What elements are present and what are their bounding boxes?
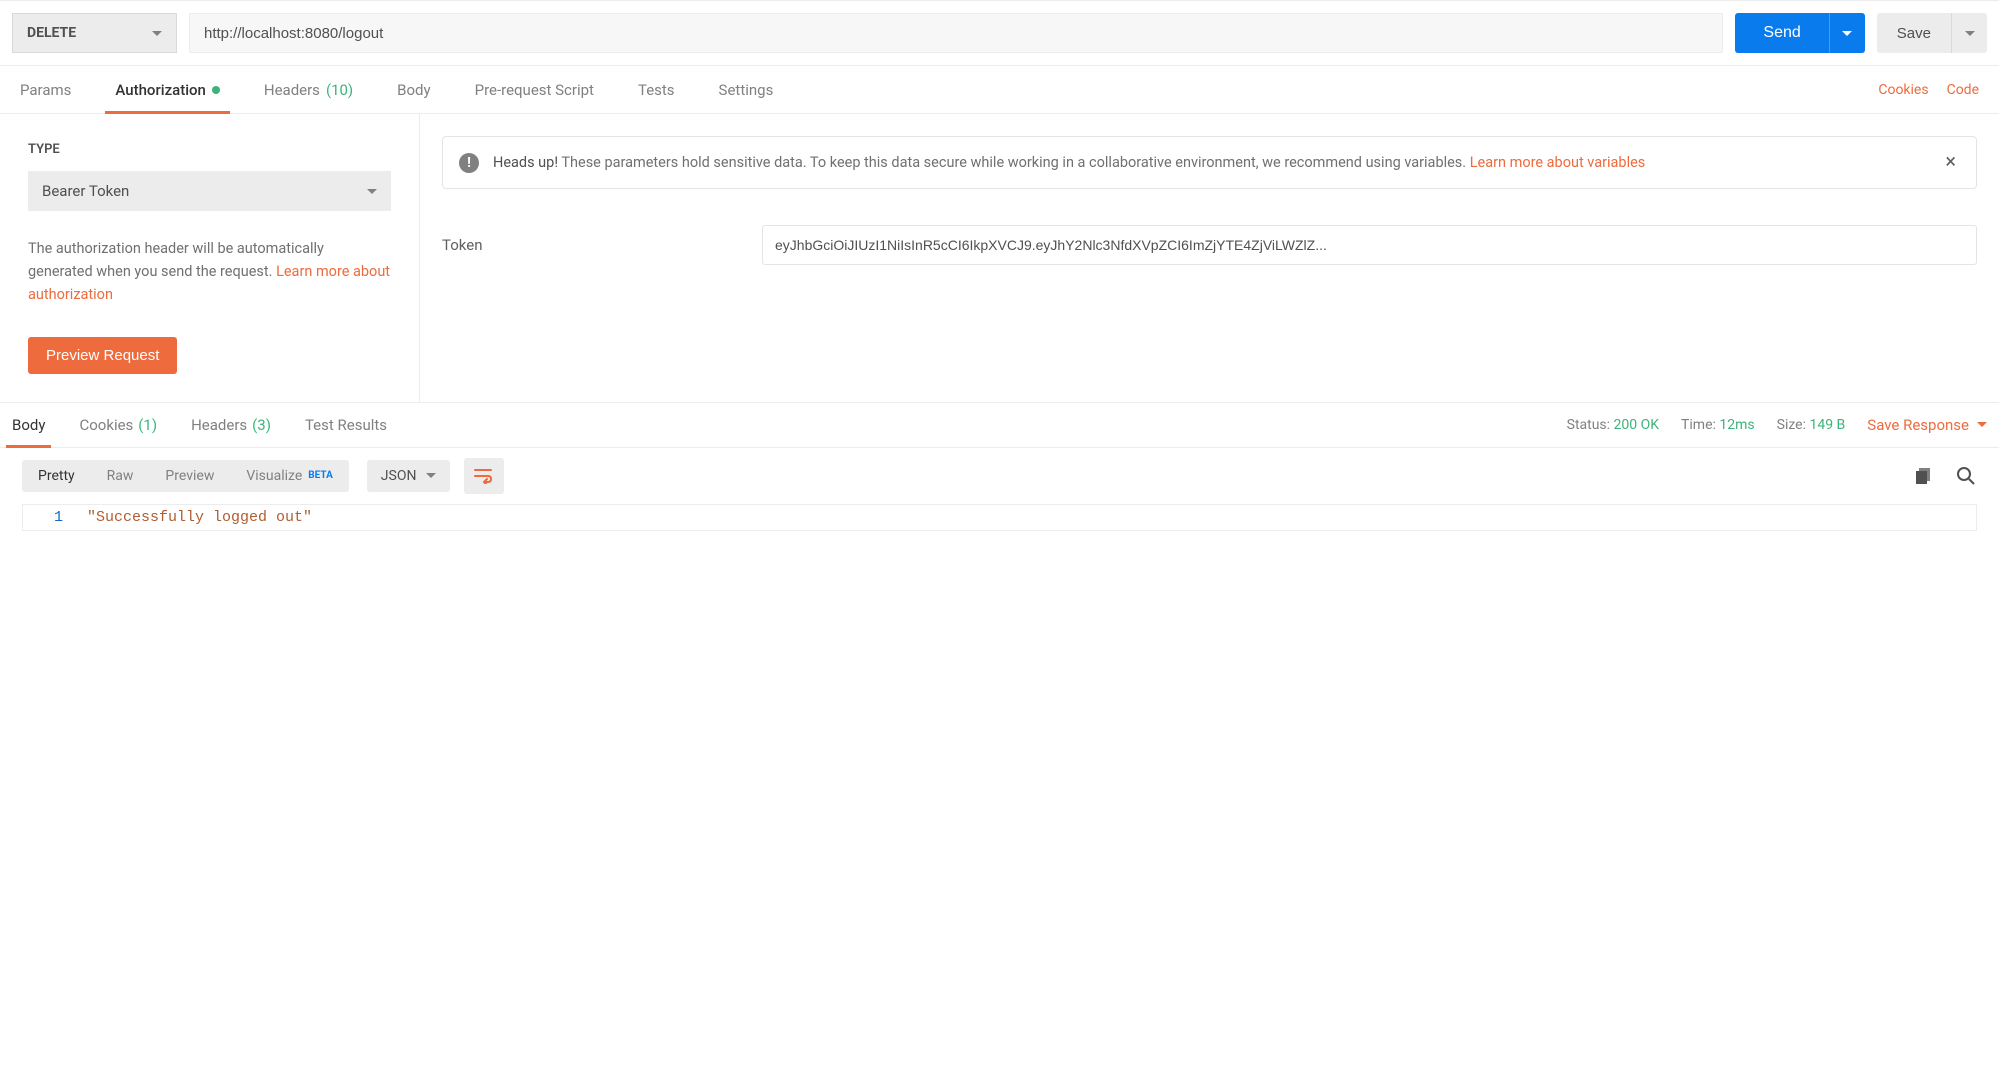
chevron-down-icon — [426, 473, 436, 478]
status-value: 200 OK — [1614, 417, 1660, 433]
request-bar: DELETE Send Save — [0, 1, 1999, 66]
status-block: Status: 200 OK — [1567, 417, 1659, 433]
code-line: 1 "Successfully logged out" — [23, 505, 1976, 530]
response-toolbar: Pretty Raw Preview Visualize BETA JSON — [0, 448, 1999, 504]
tab-headers[interactable]: Headers (10) — [264, 66, 353, 113]
tab-params[interactable]: Params — [20, 66, 71, 113]
tab-label: Headers — [191, 416, 247, 434]
search-icon — [1956, 466, 1976, 486]
tab-prerequest[interactable]: Pre-request Script — [475, 66, 594, 113]
save-dropdown[interactable] — [1951, 13, 1987, 53]
response-tab-headers[interactable]: Headers (3) — [191, 403, 271, 447]
response-tab-body[interactable]: Body — [12, 403, 45, 447]
chevron-down-icon — [1965, 31, 1975, 36]
token-input[interactable] — [762, 225, 1977, 265]
tab-authorization[interactable]: Authorization — [115, 66, 219, 113]
response-body: 1 "Successfully logged out" — [22, 504, 1977, 531]
sensitive-data-notice: ! Heads up! These parameters hold sensit… — [442, 136, 1977, 189]
close-icon[interactable]: × — [1941, 151, 1960, 171]
send-button-group: Send — [1735, 13, 1864, 53]
tab-settings[interactable]: Settings — [719, 66, 774, 113]
format-value: JSON — [381, 468, 417, 484]
chevron-down-icon — [152, 31, 162, 36]
info-icon: ! — [459, 153, 479, 173]
format-select[interactable]: JSON — [367, 460, 451, 492]
save-button[interactable]: Save — [1877, 13, 1951, 53]
time-value: 12ms — [1719, 417, 1754, 433]
tab-label: Cookies — [79, 416, 133, 434]
view-pretty[interactable]: Pretty — [22, 460, 91, 492]
response-meta: Status: 200 OK Time: 12ms Size: 149 B Sa… — [1567, 416, 1987, 434]
tab-label: Headers — [264, 81, 320, 99]
auth-note: The authorization header will be automat… — [28, 237, 391, 307]
auth-type-value: Bearer Token — [42, 182, 129, 200]
tab-body[interactable]: Body — [397, 66, 430, 113]
auth-type-select[interactable]: Bearer Token — [28, 171, 391, 211]
preview-request-button[interactable]: Preview Request — [28, 337, 177, 374]
view-preview[interactable]: Preview — [149, 460, 230, 492]
notice-text: Heads up! These parameters hold sensitiv… — [493, 151, 1927, 174]
view-tabs: Pretty Raw Preview Visualize BETA — [22, 460, 349, 492]
tab-count: (3) — [252, 416, 271, 434]
chevron-down-icon — [1842, 31, 1852, 36]
token-label: Token — [442, 236, 742, 254]
tab-count: (1) — [138, 416, 157, 434]
chevron-down-icon — [1977, 422, 1987, 427]
method-select[interactable]: DELETE — [12, 13, 177, 53]
wrap-icon — [474, 468, 494, 484]
method-value: DELETE — [27, 25, 76, 41]
line-content: "Successfully logged out" — [87, 509, 312, 526]
beta-badge: BETA — [308, 470, 333, 481]
tab-count: (10) — [326, 81, 353, 99]
time-block: Time: 12ms — [1681, 417, 1755, 433]
code-link[interactable]: Code — [1947, 82, 1979, 98]
response-tab-cookies[interactable]: Cookies (1) — [79, 403, 157, 447]
authorization-panel: TYPE Bearer Token The authorization head… — [0, 114, 1999, 402]
tab-label: Authorization — [115, 81, 205, 99]
modified-dot-icon — [212, 86, 220, 94]
send-dropdown[interactable] — [1829, 13, 1865, 53]
size-block: Size: 149 B — [1777, 417, 1846, 433]
wrap-lines-button[interactable] — [464, 458, 504, 494]
cookies-link[interactable]: Cookies — [1878, 82, 1928, 98]
copy-button[interactable] — [1913, 465, 1935, 487]
tab-tests[interactable]: Tests — [638, 66, 675, 113]
save-response-button[interactable]: Save Response — [1867, 416, 1987, 434]
copy-icon — [1915, 467, 1933, 485]
response-header: Body Cookies (1) Headers (3) Test Result… — [0, 402, 1999, 448]
auth-type-label: TYPE — [28, 142, 391, 157]
size-value: 149 B — [1809, 417, 1845, 433]
view-visualize[interactable]: Visualize BETA — [230, 460, 348, 492]
request-tabs-right: Cookies Code — [1878, 82, 1979, 98]
save-button-group: Save — [1877, 13, 1987, 53]
url-input[interactable] — [189, 13, 1723, 53]
token-row: Token — [442, 225, 1977, 265]
request-tabs: Params Authorization Headers (10) Body P… — [0, 66, 1999, 114]
chevron-down-icon — [367, 189, 377, 194]
response-tab-tests[interactable]: Test Results — [305, 403, 387, 447]
view-raw[interactable]: Raw — [91, 460, 150, 492]
search-button[interactable] — [1955, 465, 1977, 487]
authorization-sidebar: TYPE Bearer Token The authorization head… — [0, 114, 420, 402]
send-button[interactable]: Send — [1735, 13, 1828, 53]
line-number: 1 — [23, 509, 87, 526]
authorization-content: ! Heads up! These parameters hold sensit… — [420, 114, 1999, 402]
variables-learn-more-link[interactable]: Learn more about variables — [1470, 154, 1646, 171]
